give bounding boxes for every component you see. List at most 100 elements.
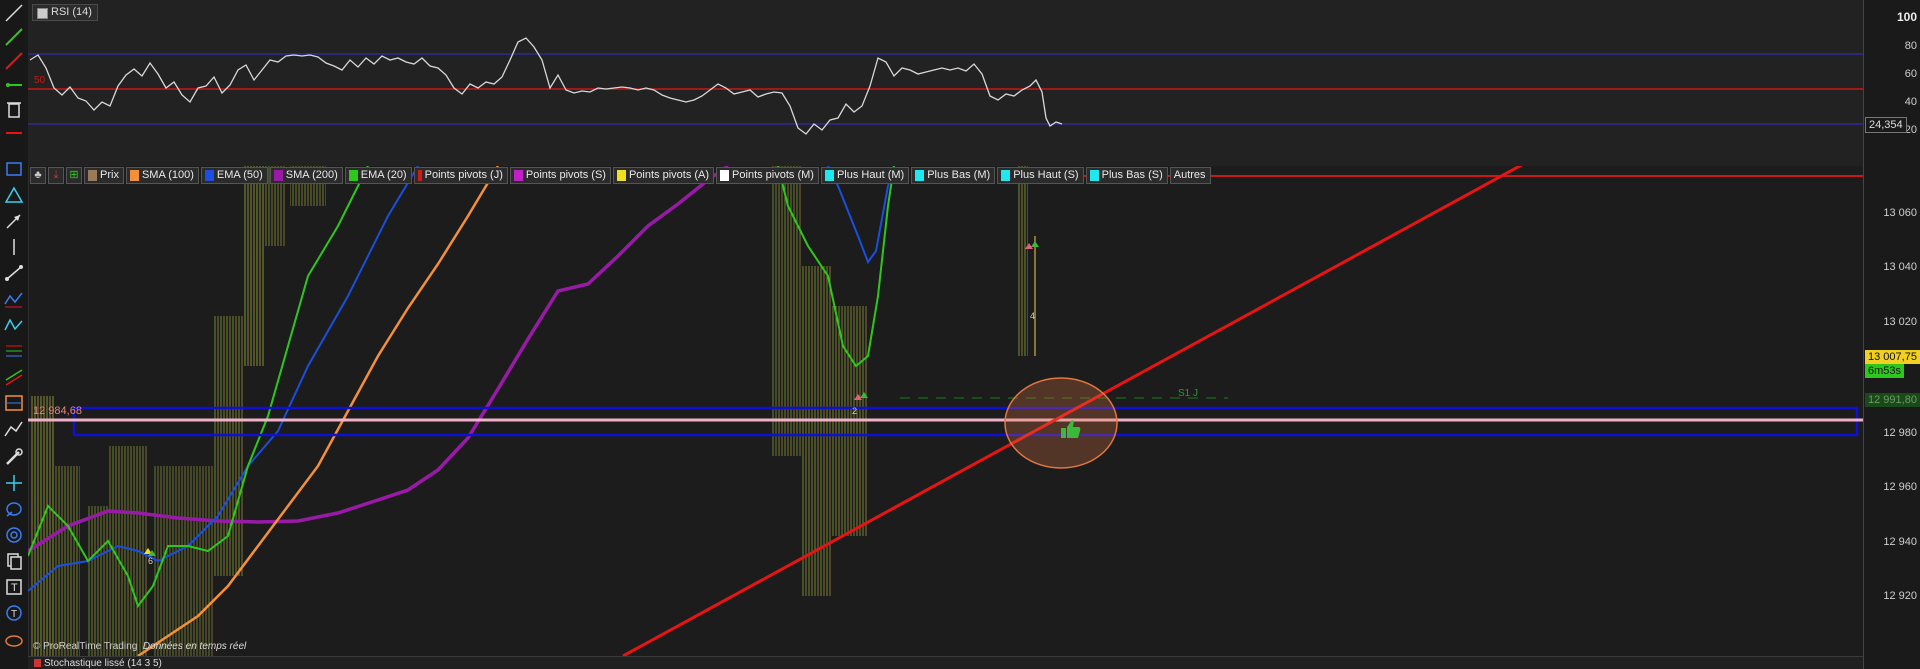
vertical-line-tool-icon[interactable]: [2, 236, 26, 258]
horizontal-line-tool-icon[interactable]: [2, 122, 26, 144]
rsi-value-badge: 24,354: [1865, 117, 1907, 133]
legend-label: Points pivots (M): [732, 169, 814, 181]
stochastic-label[interactable]: Stochastique lissé (14 3 5): [34, 658, 162, 669]
legend-label: Plus Haut (M): [836, 169, 905, 181]
rsi-indicator-label[interactable]: RSI (14): [32, 4, 98, 21]
legend-label: EMA (50): [216, 169, 263, 181]
legend-swatch: [204, 170, 214, 181]
drawing-toolbar: T T: [0, 0, 29, 669]
legend-swatch: [824, 170, 834, 181]
legend-swatch: [513, 170, 523, 181]
candles-cluster-a: [54, 466, 80, 656]
marker-label-4: 4: [1030, 311, 1036, 321]
legend-item-prix[interactable]: Prix: [84, 167, 124, 184]
price-axis[interactable]: 100 80 60 40 20 24,354 13 060 13 040 13 …: [1863, 0, 1920, 669]
legend-label: Plus Haut (S): [1013, 169, 1079, 181]
red-line-tool-icon[interactable]: [2, 50, 26, 72]
move-crosshair-icon[interactable]: [2, 472, 26, 494]
legend-item-ema-50[interactable]: EMA (50): [200, 167, 268, 184]
copy-icon[interactable]: [2, 550, 26, 572]
trash-icon[interactable]: [2, 98, 26, 120]
rsi-axis-label: 80: [1904, 40, 1917, 52]
horizontal-ray-tool-icon[interactable]: [2, 74, 26, 96]
legend-label: SMA (100): [141, 169, 194, 181]
legend-item-ema-20[interactable]: EMA (20): [344, 167, 412, 184]
footer-credit: © ProRealTime Trading Données en temps r…: [33, 641, 246, 652]
settings-tools-icon[interactable]: [2, 446, 26, 468]
rectangle-tool-icon[interactable]: [2, 158, 26, 180]
legend-swatch: [1089, 170, 1099, 181]
pivot-s1-label: S1 J: [1178, 388, 1199, 399]
legend-swatch: [273, 170, 283, 181]
green-line-tool-icon[interactable]: [2, 26, 26, 48]
legend-swatch: [88, 170, 97, 181]
rsi-plot: 50: [28, 37, 1863, 135]
legend-label: EMA (20): [360, 169, 407, 181]
legend-item-plus-bas-m[interactable]: Plus Bas (M): [911, 167, 996, 184]
legend-swatch: [1001, 170, 1011, 181]
legend-item-pivots-m[interactable]: Points pivots (M): [716, 167, 819, 184]
wave-tool-icon[interactable]: [2, 314, 26, 336]
text-tool-icon[interactable]: T: [2, 602, 26, 624]
legend-item-pivots-a[interactable]: Points pivots (A): [612, 167, 715, 184]
price-axis-label: 13 040: [1883, 261, 1917, 273]
legend-close-icon[interactable]: ⤓: [48, 167, 64, 184]
legend-item-plus-haut-m[interactable]: Plus Haut (M): [820, 167, 910, 184]
legend-swatch: [348, 170, 358, 181]
pen-tool-icon[interactable]: [2, 498, 26, 520]
highlight-circle[interactable]: [1004, 377, 1118, 469]
spiral-tool-icon[interactable]: [2, 524, 26, 546]
legend-item-plus-haut-s[interactable]: Plus Haut (S): [997, 167, 1084, 184]
legend-label: SMA (200): [285, 169, 338, 181]
ellipse-tool-icon[interactable]: [2, 630, 26, 652]
candles-cluster-f: [244, 166, 264, 366]
segment-tool-icon[interactable]: [2, 262, 26, 284]
fibonacci-tool-icon[interactable]: [2, 340, 26, 362]
legend-item-plus-bas-s[interactable]: Plus Bas (S): [1085, 167, 1168, 184]
stochastic-panel: Stochastique lissé (14 3 5): [28, 656, 1863, 669]
pitchfork-tool-icon[interactable]: [2, 418, 26, 440]
legend-more-button[interactable]: Autres: [1169, 167, 1211, 184]
legend-item-sma-200[interactable]: SMA (200): [269, 167, 343, 184]
rsi-axis-label: 40: [1904, 96, 1917, 108]
legend-item-sma-100[interactable]: SMA (100): [125, 167, 199, 184]
legend-label: Points pivots (J): [424, 169, 503, 181]
svg-text:T: T: [11, 609, 17, 620]
text-box-tool-icon[interactable]: T: [2, 576, 26, 598]
candles-cluster-i: [772, 166, 802, 456]
zigzag-tool-icon[interactable]: [2, 288, 26, 310]
pivot-value-badge: 12 991,80: [1865, 393, 1920, 407]
price-axis-label: 13 060: [1883, 207, 1917, 219]
price-axis-label: 12 940: [1883, 536, 1917, 548]
indicator-legend-bar: ♣ ⤓ ⊞ Prix SMA (100) EMA (50) SMA (200) …: [30, 167, 1211, 184]
legend-label: Points pivots (S): [525, 169, 606, 181]
candles-cluster-l: [1018, 166, 1028, 356]
legend-add-icon[interactable]: ⊞: [66, 167, 82, 184]
svg-text:T: T: [11, 582, 18, 594]
fibo-fan-tool-icon[interactable]: [2, 392, 26, 414]
level-value-label: 12 984,68: [33, 405, 82, 417]
legend-item-pivots-s[interactable]: Points pivots (S): [509, 167, 611, 184]
legend-item-pivots-j[interactable]: Points pivots (J): [413, 167, 508, 184]
legend-swatch: [616, 170, 626, 181]
candles-cluster-b: [88, 506, 108, 656]
credit-text: © ProRealTime Trading: [33, 641, 138, 652]
rsi-axis-label: 100: [1896, 10, 1917, 24]
rsi-label-text: RSI (14): [51, 6, 92, 18]
legend-swatch: [915, 170, 925, 181]
price-chart: [28, 166, 1863, 656]
marker-label-6: 6: [148, 556, 154, 566]
legend-label: Plus Bas (M): [927, 169, 991, 181]
candles-cluster-j: [802, 266, 832, 596]
candles-cluster-e: [214, 316, 244, 576]
arrow-tool-icon[interactable]: [2, 210, 26, 232]
legend-properties-icon[interactable]: ♣: [30, 167, 46, 184]
rsi-axis-label: 60: [1904, 68, 1917, 80]
legend-label: Points pivots (A): [628, 169, 710, 181]
legend-swatch: [417, 170, 422, 181]
channel-tool-icon[interactable]: [2, 366, 26, 388]
legend-swatch: [129, 170, 139, 181]
line-tool-icon[interactable]: [2, 2, 26, 24]
triangle-tool-icon[interactable]: [2, 184, 26, 206]
countdown-badge: 6m53s: [1865, 364, 1905, 378]
